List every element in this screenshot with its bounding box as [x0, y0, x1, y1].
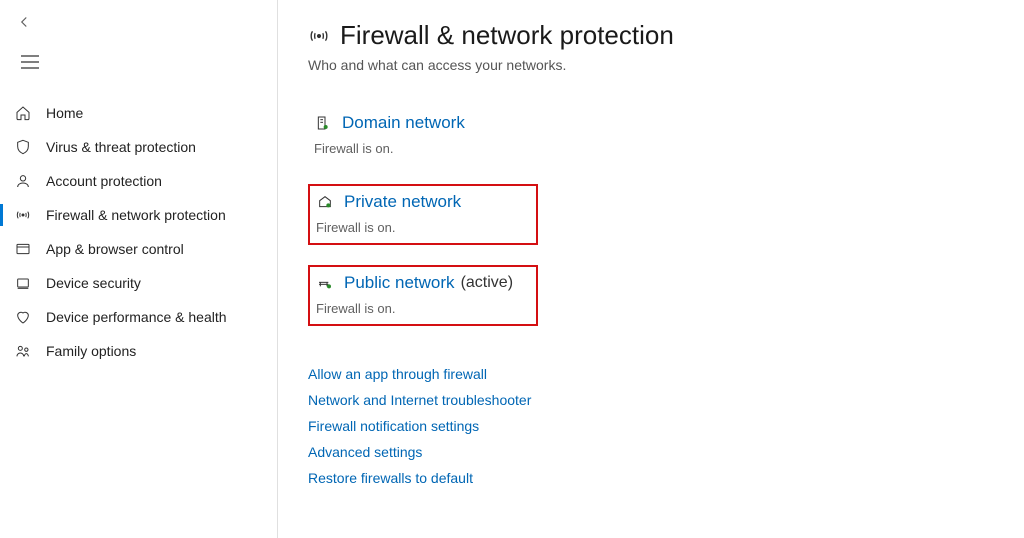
sidebar-item-home[interactable]: Home — [0, 96, 277, 130]
network-domain[interactable]: Domain network Firewall is on. — [308, 107, 538, 164]
network-title: Private network — [344, 192, 461, 212]
link-advanced-settings[interactable]: Advanced settings — [308, 444, 984, 460]
network-public[interactable]: Public network (active) Firewall is on. — [308, 265, 538, 326]
sidebar-item-label: Device security — [46, 275, 267, 291]
sidebar-item-label: Device performance & health — [46, 309, 267, 325]
nav-list: Home Virus & threat protection Account p… — [0, 96, 277, 368]
sidebar-item-label: Home — [46, 105, 267, 121]
antenna-icon — [308, 25, 330, 47]
window-icon — [12, 241, 34, 257]
network-title: Public network — [344, 273, 455, 293]
link-troubleshooter[interactable]: Network and Internet troubleshooter — [308, 392, 984, 408]
shield-icon — [12, 139, 34, 155]
sidebar-item-label: Firewall & network protection — [46, 207, 267, 223]
sidebar-item-family[interactable]: Family options — [0, 334, 277, 368]
sidebar-item-account[interactable]: Account protection — [0, 164, 277, 198]
page-title: Firewall & network protection — [340, 20, 674, 51]
main-content: Firewall & network protection Who and wh… — [278, 0, 1024, 538]
links-section: Allow an app through firewall Network an… — [308, 366, 984, 496]
sidebar-item-performance[interactable]: Device performance & health — [0, 300, 277, 334]
page-header: Firewall & network protection — [308, 20, 984, 51]
sidebar: Home Virus & threat protection Account p… — [0, 0, 278, 538]
link-allow-app[interactable]: Allow an app through firewall — [308, 366, 984, 382]
house-network-icon — [314, 194, 336, 210]
sidebar-item-app-browser[interactable]: App & browser control — [0, 232, 277, 266]
home-icon — [12, 105, 34, 121]
link-restore-defaults[interactable]: Restore firewalls to default — [308, 470, 984, 486]
network-private[interactable]: Private network Firewall is on. — [308, 184, 538, 245]
network-active-badge: (active) — [461, 274, 513, 292]
page-subtitle: Who and what can access your networks. — [308, 57, 984, 73]
sidebar-item-label: Family options — [46, 343, 267, 359]
sidebar-item-label: Virus & threat protection — [46, 139, 267, 155]
heart-icon — [12, 309, 34, 325]
hamburger-icon — [21, 55, 39, 69]
chip-icon — [12, 275, 34, 291]
building-icon — [312, 115, 334, 131]
person-icon — [12, 173, 34, 189]
menu-button[interactable] — [10, 42, 50, 82]
family-icon — [12, 343, 34, 359]
network-title: Domain network — [342, 113, 465, 133]
bench-icon — [314, 275, 336, 291]
link-notification-settings[interactable]: Firewall notification settings — [308, 418, 984, 434]
sidebar-item-virus-threat[interactable]: Virus & threat protection — [0, 130, 277, 164]
back-button[interactable] — [8, 6, 40, 38]
sidebar-item-label: App & browser control — [46, 241, 267, 257]
sidebar-item-device-security[interactable]: Device security — [0, 266, 277, 300]
network-status: Firewall is on. — [314, 141, 530, 156]
network-status: Firewall is on. — [316, 301, 528, 316]
sidebar-item-label: Account protection — [46, 173, 267, 189]
antenna-icon — [12, 207, 34, 223]
network-status: Firewall is on. — [316, 220, 528, 235]
sidebar-item-firewall[interactable]: Firewall & network protection — [0, 198, 277, 232]
back-arrow-icon — [15, 13, 33, 31]
